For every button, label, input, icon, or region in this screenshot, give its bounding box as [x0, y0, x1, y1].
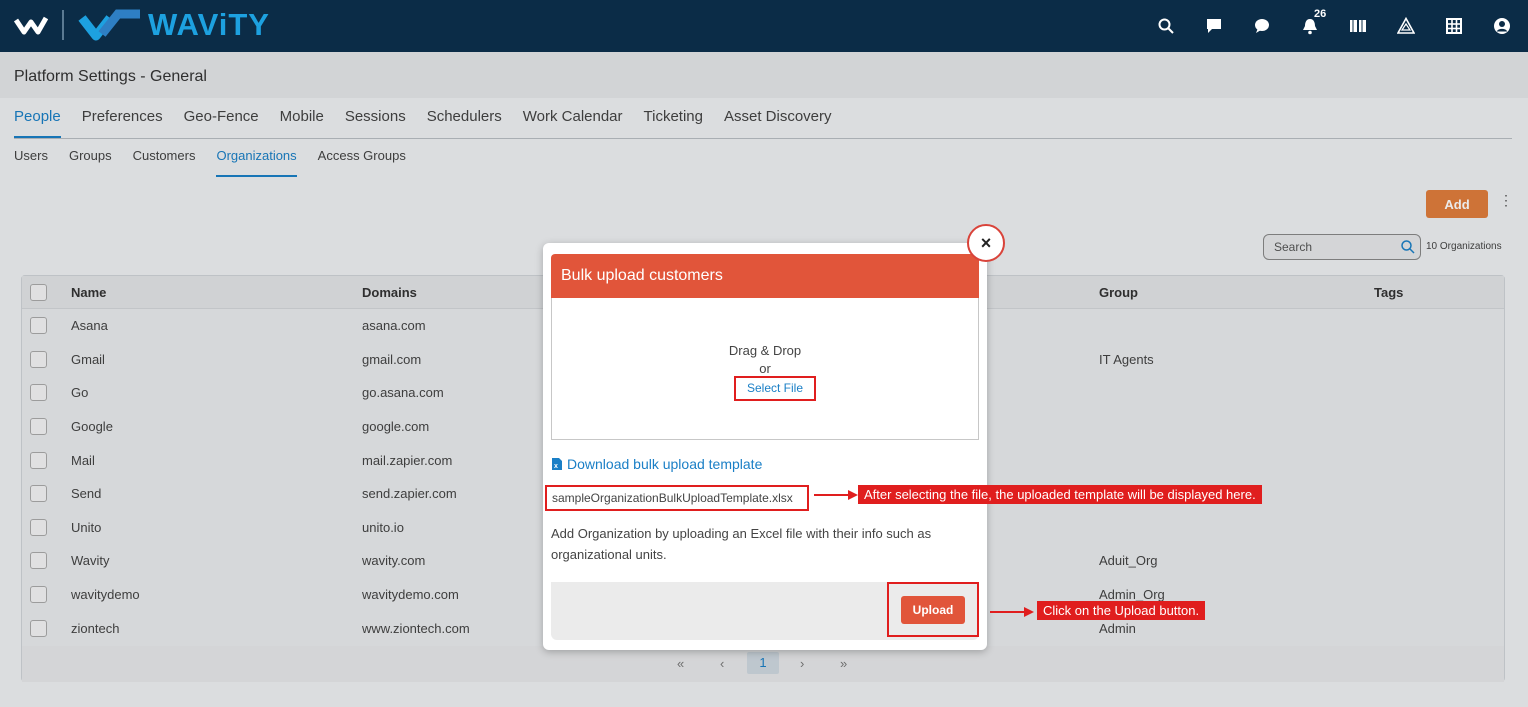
callout-arrow-upload — [990, 607, 1034, 617]
svg-text:x: x — [554, 463, 558, 470]
callout-file-displayed: After selecting the file, the uploaded t… — [858, 485, 1262, 504]
selected-file-name: sampleOrganizationBulkUploadTemplate.xls… — [545, 485, 809, 511]
brand-name: WAViTY — [148, 7, 270, 42]
upload-button[interactable]: Upload — [901, 596, 965, 624]
excel-file-icon: x — [552, 458, 562, 470]
modal-header: Bulk upload customers — [551, 254, 979, 298]
user-icon[interactable] — [1486, 12, 1518, 40]
modal-description: Add Organization by uploading an Excel f… — [551, 526, 932, 562]
file-dropzone[interactable]: Drag & Drop or Select File — [551, 298, 979, 440]
download-template-label[interactable]: Download bulk upload template — [567, 456, 762, 472]
callout-arrow-file — [814, 490, 858, 500]
brand-logo[interactable]: WAViTY — [78, 6, 270, 44]
chat-icon[interactable] — [1198, 12, 1230, 40]
bell-icon[interactable]: 26 — [1294, 8, 1326, 40]
search-icon[interactable] — [1150, 12, 1182, 40]
download-template-link[interactable]: x Download bulk upload template — [551, 456, 762, 472]
drag-drop-label: Drag & Drop — [728, 343, 802, 358]
logo-divider — [62, 10, 64, 40]
close-modal-button[interactable]: × — [967, 224, 1005, 262]
select-file-link[interactable]: Select File — [734, 376, 816, 401]
callout-upload-button: Click on the Upload button. — [1037, 601, 1206, 620]
book-icon[interactable] — [1342, 12, 1374, 40]
grid-icon[interactable] — [1438, 12, 1470, 40]
top-icon-bar: 26 — [1134, 8, 1518, 40]
notification-count: 26 — [1314, 8, 1327, 20]
or-label: or — [759, 361, 771, 376]
warning-icon[interactable] — [1390, 12, 1422, 40]
wavity-mark-icon[interactable] — [13, 12, 49, 43]
top-navbar: WAViTY 26 — [0, 0, 1528, 52]
brand-check-icon — [78, 9, 140, 41]
modal-title: Bulk upload customers — [561, 267, 723, 284]
message-icon[interactable] — [1246, 12, 1278, 40]
